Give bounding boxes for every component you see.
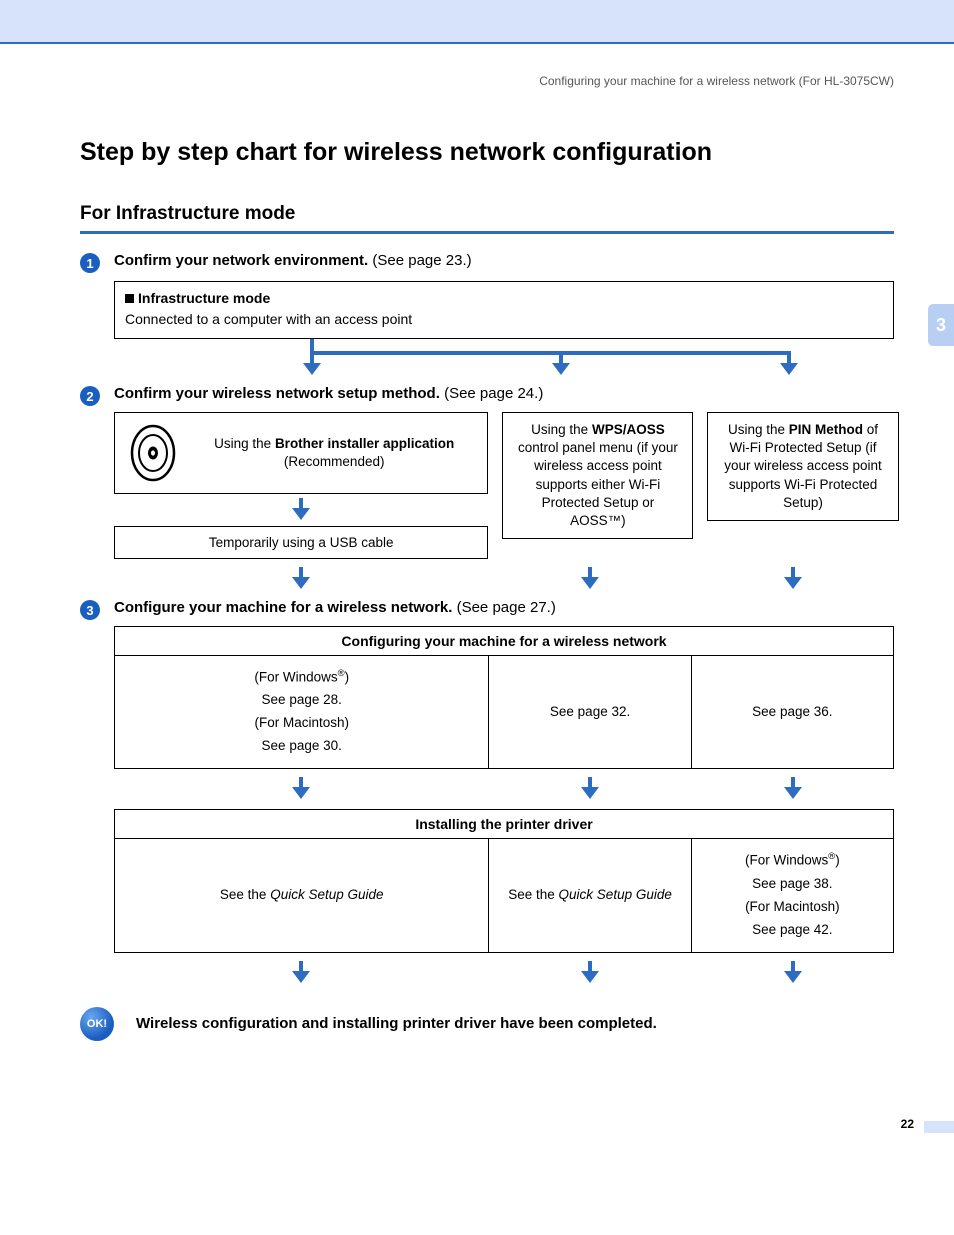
step-3-text: Configure your machine for a wireless ne… bbox=[114, 599, 556, 616]
step-3-ref: (See page 27.) bbox=[452, 599, 555, 616]
method-c-pre: Using the bbox=[728, 422, 789, 437]
top-accent-band bbox=[0, 0, 954, 44]
section-rule bbox=[80, 231, 894, 234]
config-table-header: Configuring your machine for a wireless … bbox=[115, 627, 893, 656]
page-number: 22 bbox=[901, 1117, 914, 1131]
flow-split-connector bbox=[148, 339, 860, 385]
step-2-ref: (See page 24.) bbox=[440, 385, 543, 402]
step-2-text: Confirm your wireless network setup meth… bbox=[114, 385, 543, 402]
arrow-icon bbox=[581, 567, 599, 591]
method-pin: Using the PIN Method of Wi-Fi Protected … bbox=[707, 412, 898, 521]
step-1-text: Confirm your network environment. (See p… bbox=[114, 252, 472, 269]
driver-cell-2: See the Quick Setup Guide bbox=[488, 839, 690, 951]
page-number-accent bbox=[924, 1121, 954, 1133]
arrow-row bbox=[114, 957, 894, 989]
arrow-icon bbox=[292, 777, 310, 801]
driver-table: Installing the printer driver See the Qu… bbox=[114, 809, 894, 952]
config-cell-2: See page 32. bbox=[488, 656, 690, 768]
step-3-bold: Configure your machine for a wireless ne… bbox=[114, 599, 452, 616]
arrow-icon bbox=[292, 961, 310, 985]
arrow-icon bbox=[581, 777, 599, 801]
method-brother-installer: Using the Brother installer application … bbox=[114, 412, 488, 494]
infra-box-desc: Connected to a computer with an access p… bbox=[125, 309, 883, 330]
step-2: 2 Confirm your wireless network setup me… bbox=[80, 385, 894, 406]
driver-cell-3: (For Windows®) See page 38. (For Macinto… bbox=[691, 839, 893, 951]
step-2-bold: Confirm your wireless network setup meth… bbox=[114, 385, 440, 402]
arrow-icon bbox=[292, 498, 310, 522]
arrow-row bbox=[114, 773, 894, 805]
driver-table-header: Installing the printer driver bbox=[115, 810, 893, 839]
cd-icon bbox=[125, 421, 181, 485]
completion-text: Wireless configuration and installing pr… bbox=[136, 1015, 657, 1032]
step-1-ref: (See page 23.) bbox=[368, 252, 471, 269]
config-cell-1: (For Windows®) See page 28. (For Macinto… bbox=[115, 656, 488, 768]
method-a-rec: (Recommended) bbox=[284, 454, 385, 469]
completion-row: OK! Wireless configuration and installin… bbox=[80, 1007, 894, 1041]
usb-temp-box: Temporarily using a USB cable bbox=[114, 526, 488, 559]
arrow-row bbox=[114, 563, 894, 595]
step-number-2: 2 bbox=[80, 386, 100, 406]
config-cell-3: See page 36. bbox=[691, 656, 893, 768]
arrow-icon bbox=[581, 961, 599, 985]
step-number-1: 1 bbox=[80, 253, 100, 273]
step-3: 3 Configure your machine for a wireless … bbox=[80, 599, 894, 620]
config-table: Configuring your machine for a wireless … bbox=[114, 626, 894, 769]
arrow-icon bbox=[292, 567, 310, 591]
arrow-icon bbox=[784, 777, 802, 801]
chapter-tab: 3 bbox=[928, 304, 954, 346]
step-1-bold: Confirm your network environment. bbox=[114, 252, 368, 269]
infrastructure-box: Infrastructure mode Connected to a compu… bbox=[114, 281, 894, 339]
infra-box-title: Infrastructure mode bbox=[125, 288, 883, 309]
step-1: 1 Confirm your network environment. (See… bbox=[80, 252, 894, 273]
method-c-bold: PIN Method bbox=[789, 422, 863, 437]
method-b-rest: control panel menu (if your wireless acc… bbox=[518, 440, 678, 528]
running-header: Configuring your machine for a wireless … bbox=[80, 74, 894, 88]
method-a-bold: Brother installer application bbox=[275, 436, 454, 451]
ok-badge-icon: OK! bbox=[80, 1007, 114, 1041]
page-title: Step by step chart for wireless network … bbox=[80, 138, 894, 167]
method-columns: Using the Brother installer application … bbox=[114, 412, 894, 559]
method-a-pre: Using the bbox=[214, 436, 275, 451]
driver-cell-1: See the Quick Setup Guide bbox=[115, 839, 488, 951]
method-wps-aoss: Using the WPS/AOSS control panel menu (i… bbox=[502, 412, 693, 539]
step-number-3: 3 bbox=[80, 600, 100, 620]
method-b-bold: WPS/AOSS bbox=[592, 422, 665, 437]
arrow-icon bbox=[784, 961, 802, 985]
section-title: For Infrastructure mode bbox=[80, 203, 894, 225]
method-b-pre: Using the bbox=[531, 422, 592, 437]
arrow-icon bbox=[784, 567, 802, 591]
